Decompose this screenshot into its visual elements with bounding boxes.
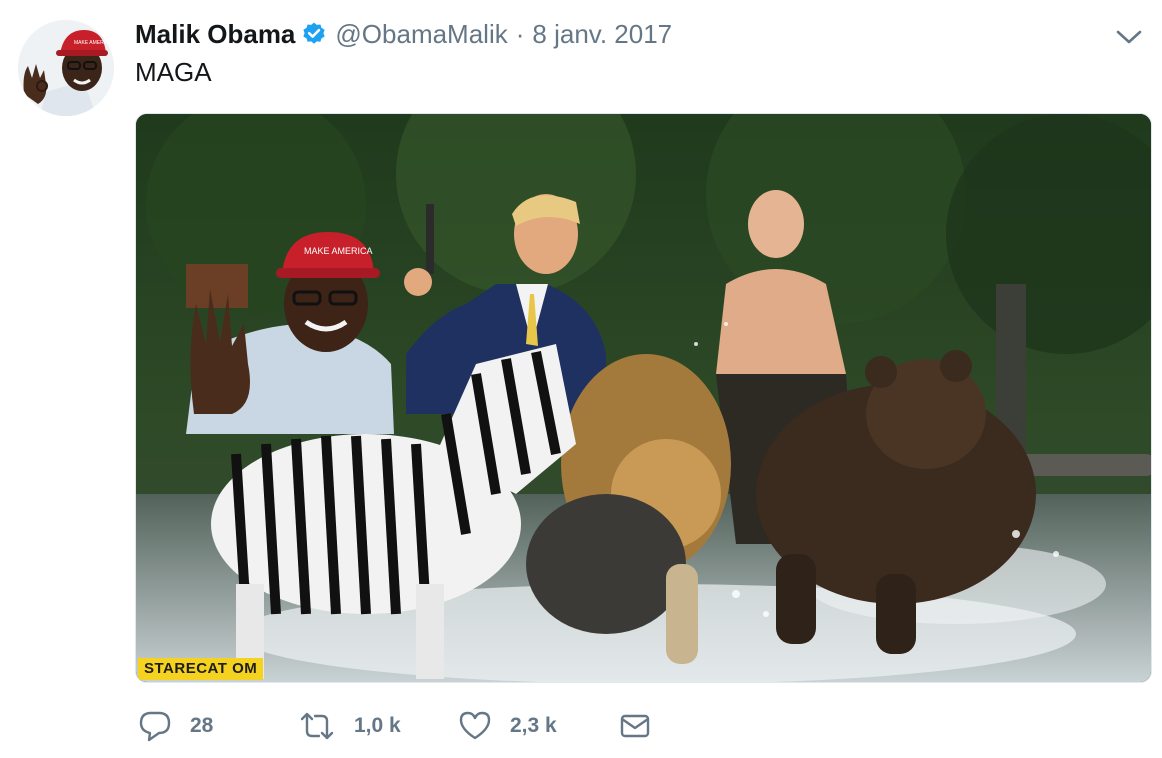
author-name[interactable]: Malik Obama bbox=[135, 19, 295, 50]
like-button[interactable]: 2,3 k bbox=[458, 709, 618, 743]
tweet-header: Malik Obama @ObamaMalik · 8 janv. 2017 bbox=[135, 18, 672, 50]
header-separator: · bbox=[515, 18, 525, 49]
retweet-count: 1,0 k bbox=[354, 714, 401, 737]
media-watermark: STARECAT OM bbox=[138, 658, 264, 680]
like-count: 2,3 k bbox=[510, 714, 557, 737]
author-handle[interactable]: @ObamaMalik bbox=[335, 19, 507, 50]
envelope-icon bbox=[618, 709, 652, 743]
reply-count: 28 bbox=[190, 714, 214, 737]
heart-icon bbox=[458, 709, 492, 743]
media-illustration: MAKE AMERICA bbox=[136, 114, 1151, 682]
verified-badge-icon bbox=[301, 21, 327, 47]
retweet-button[interactable]: 1,0 k bbox=[298, 709, 458, 743]
svg-text:MAKE AMERICA: MAKE AMERICA bbox=[304, 246, 373, 256]
author-avatar[interactable]: MAKE AMERICA bbox=[18, 20, 114, 116]
tweet-date[interactable]: 8 janv. 2017 bbox=[532, 19, 672, 50]
retweet-icon bbox=[298, 709, 336, 743]
reply-icon bbox=[138, 709, 172, 743]
reply-button[interactable]: 28 bbox=[138, 709, 298, 743]
chevron-down-icon[interactable] bbox=[1114, 26, 1144, 48]
tweet-card[interactable]: MAKE AMERICA Malik Obama @ObamaMalik · 8… bbox=[0, 0, 1162, 758]
avatar-photo: MAKE AMERICA bbox=[18, 20, 114, 116]
tweet-media-image[interactable]: MAKE AMERICA STARECAT OM bbox=[135, 113, 1152, 683]
tweet-actions: 28 1,0 k 2,3 k bbox=[138, 708, 652, 744]
direct-message-button[interactable] bbox=[618, 709, 652, 743]
svg-text:MAKE AMERICA: MAKE AMERICA bbox=[74, 40, 113, 46]
tweet-text: MAGA bbox=[135, 57, 212, 87]
